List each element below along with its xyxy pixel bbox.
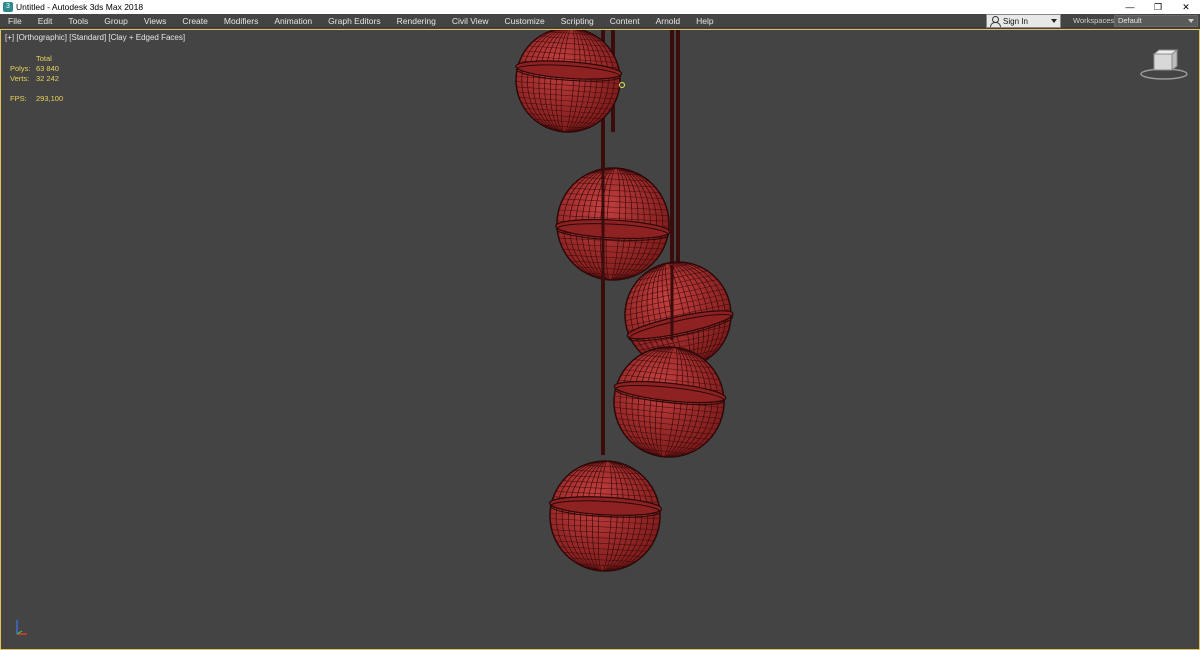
user-icon: [990, 15, 1001, 27]
verts-label: Verts:: [10, 74, 30, 83]
app-logo-icon: 3: [3, 2, 13, 12]
stats-total-header: Total: [36, 54, 52, 63]
menu-item-views[interactable]: Views: [136, 14, 175, 28]
menu-item-tools[interactable]: Tools: [60, 14, 96, 28]
axis-tripod-icon: [16, 620, 27, 635]
verts-value: 32 242: [36, 74, 59, 83]
menu-item-graph-editors[interactable]: Graph Editors: [320, 14, 388, 28]
lamp-sphere[interactable]: [554, 165, 672, 283]
sign-in-dropdown[interactable]: Sign In: [986, 14, 1061, 28]
workspaces-value: Default: [1118, 16, 1142, 25]
menu-item-rendering[interactable]: Rendering: [389, 14, 444, 28]
polys-value: 63 840: [36, 64, 59, 73]
polys-label: Polys:: [10, 64, 31, 73]
menu-item-customize[interactable]: Customize: [497, 14, 553, 28]
window-title: Untitled - Autodesk 3ds Max 2018: [16, 2, 144, 12]
menu-item-edit[interactable]: Edit: [30, 14, 61, 28]
menu-item-modifiers[interactable]: Modifiers: [216, 14, 266, 28]
fps-value: 293,100: [36, 94, 64, 103]
lamp-sphere[interactable]: [512, 30, 624, 136]
menu-item-animation[interactable]: Animation: [266, 14, 320, 28]
viewport-label-menu[interactable]: [+] [Orthographic] [Standard] [Clay + Ed…: [5, 33, 185, 42]
workspaces-select[interactable]: Default: [1114, 15, 1198, 27]
minimize-button[interactable]: —: [1116, 0, 1144, 14]
menu-item-file[interactable]: File: [0, 14, 30, 28]
sign-in-label: Sign In: [1003, 16, 1028, 26]
menu-item-civil-view[interactable]: Civil View: [444, 14, 497, 28]
close-button[interactable]: ✕: [1172, 0, 1200, 14]
fps-label: FPS:: [10, 94, 27, 103]
menu-item-content[interactable]: Content: [602, 14, 648, 28]
scene-canvas[interactable]: [1, 30, 1199, 649]
perspective-viewport[interactable]: [+] [Orthographic] [Standard] [Clay + Ed…: [0, 29, 1200, 650]
chevron-down-icon: [1051, 19, 1057, 23]
lamp-sphere[interactable]: [547, 458, 663, 574]
restore-button[interactable]: ❐: [1144, 0, 1172, 14]
menu-item-scripting[interactable]: Scripting: [553, 14, 602, 28]
menu-item-help[interactable]: Help: [688, 14, 721, 28]
window-controls: — ❐ ✕: [1116, 0, 1200, 14]
menu-item-arnold[interactable]: Arnold: [648, 14, 689, 28]
viewcube-icon[interactable]: [1139, 48, 1189, 84]
menu-item-group[interactable]: Group: [96, 14, 136, 28]
title-bar: 3 Untitled - Autodesk 3ds Max 2018 — ❐ ✕: [0, 0, 1200, 14]
chevron-down-icon: [1188, 19, 1194, 23]
menu-item-create[interactable]: Create: [174, 14, 216, 28]
viewport-statistics: Total Polys: 63 840 Verts: 32 242 FPS: 293,…: [10, 54, 63, 104]
workspaces-label: Workspaces:: [1073, 16, 1117, 25]
lamp-sphere[interactable]: [608, 341, 730, 463]
